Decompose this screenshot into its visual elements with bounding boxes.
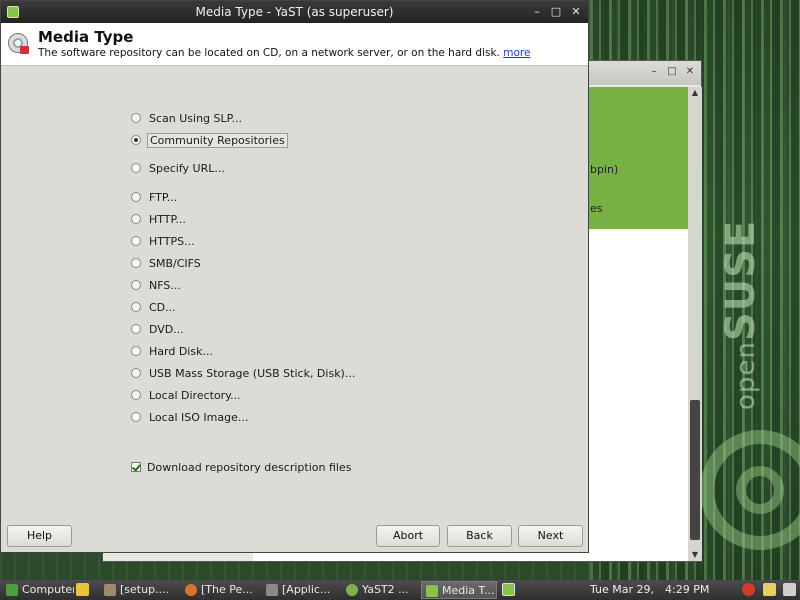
workspace-switcher-icon[interactable] — [502, 583, 515, 596]
media-option-radio[interactable] — [131, 280, 141, 290]
media-option-radio[interactable] — [131, 236, 141, 246]
monitor-icon — [266, 584, 278, 596]
media-option-label: HTTPS... — [149, 234, 195, 248]
media-option-row[interactable]: Local Directory... — [131, 386, 243, 404]
media-type-dialog: Media Type - YaST (as superuser) – □ ✕ M… — [0, 0, 589, 553]
minimize-icon[interactable]: – — [648, 66, 660, 78]
taskbar-item-applications[interactable]: [Applic... — [262, 581, 340, 599]
taskbar-item-media-type[interactable]: Media T... — [421, 581, 497, 599]
media-option-radio[interactable] — [131, 412, 141, 422]
media-option-radio[interactable] — [131, 258, 141, 268]
more-link[interactable]: more — [503, 47, 530, 59]
download-description-checkbox-row[interactable]: Download repository description files — [131, 458, 351, 476]
media-option-radio[interactable] — [131, 346, 141, 356]
page-description: The software repository can be located o… — [38, 47, 531, 59]
next-button[interactable]: Next — [518, 525, 583, 547]
media-option-label: DVD... — [149, 322, 184, 336]
media-option-radio[interactable] — [131, 135, 141, 145]
yast-app-icon — [7, 6, 19, 18]
media-option-row[interactable]: Community Repositories — [131, 131, 288, 149]
media-option-radio[interactable] — [131, 302, 141, 312]
terminal-icon — [104, 584, 116, 596]
media-option-row[interactable]: DVD... — [131, 320, 186, 338]
media-option-row[interactable]: Hard Disk... — [131, 342, 215, 360]
media-option-label: CD... — [149, 300, 176, 314]
media-option-row[interactable]: USB Mass Storage (USB Stick, Disk)... — [131, 364, 357, 382]
media-option-radio[interactable] — [131, 214, 141, 224]
clock-time[interactable]: 4:29 PM — [665, 581, 709, 599]
scrollbar-thumb[interactable] — [690, 400, 700, 540]
media-option-row[interactable]: HTTP... — [131, 210, 188, 228]
background-text-fragment: es — [590, 202, 603, 215]
yast-icon — [346, 584, 358, 596]
media-option-label: Hard Disk... — [149, 344, 213, 358]
media-option-radio[interactable] — [131, 390, 141, 400]
dialog-titlebar[interactable]: Media Type - YaST (as superuser) – □ ✕ — [1, 1, 588, 23]
taskbar-item-setup[interactable]: [setup.... — [100, 581, 178, 599]
media-option-radio[interactable] — [131, 368, 141, 378]
media-option-label: NFS... — [149, 278, 181, 292]
media-option-radio[interactable] — [131, 163, 141, 173]
media-option-label: Community Repositories — [147, 132, 288, 148]
back-button[interactable]: Back — [447, 525, 512, 547]
media-option-row[interactable]: HTTPS... — [131, 232, 197, 250]
media-option-label: Local ISO Image... — [149, 410, 249, 424]
media-option-label: FTP... — [149, 190, 178, 204]
abort-button[interactable]: Abort — [376, 525, 440, 547]
media-option-label: Specify URL... — [149, 161, 225, 175]
taskbar-item-browser[interactable]: [The Pe... — [181, 581, 259, 599]
opensuse-wallpaper-logo: openSUSE — [718, 219, 764, 410]
background-text-fragment: bpin) — [590, 163, 619, 176]
media-option-radio[interactable] — [131, 192, 141, 202]
close-icon[interactable]: ✕ — [567, 1, 585, 23]
media-option-label: Local Directory... — [149, 388, 241, 402]
page-title: Media Type — [38, 28, 134, 46]
volume-icon[interactable] — [783, 583, 796, 596]
taskbar: Computer [setup.... [The Pe... [Applic..… — [0, 580, 800, 600]
media-option-row[interactable]: NFS... — [131, 276, 183, 294]
dialog-title: Media Type - YaST (as superuser) — [195, 5, 394, 19]
maximize-icon[interactable]: □ — [547, 1, 565, 23]
media-option-label: Scan Using SLP... — [149, 111, 243, 125]
maximize-icon[interactable]: □ — [666, 66, 678, 78]
notes-icon[interactable] — [76, 583, 89, 596]
repository-disk-icon — [8, 33, 29, 54]
media-option-row[interactable]: Local ISO Image... — [131, 408, 250, 426]
media-option-row[interactable]: Scan Using SLP... — [131, 109, 244, 127]
media-option-label: USB Mass Storage (USB Stick, Disk)... — [149, 366, 356, 380]
media-option-row[interactable]: SMB/CIFS — [131, 254, 203, 272]
media-option-radio[interactable] — [131, 113, 141, 123]
taskbar-item-yast2[interactable]: YaST2 ... — [342, 581, 420, 599]
help-button[interactable]: Help — [7, 525, 72, 547]
yast-icon — [426, 585, 438, 597]
background-window-scrollbar[interactable]: ▲ ▼ — [688, 87, 702, 561]
dialog-header: Media Type The software repository can b… — [1, 23, 588, 66]
network-icon[interactable] — [763, 583, 776, 596]
media-option-row[interactable]: FTP... — [131, 188, 179, 206]
update-notifier-icon[interactable] — [742, 583, 755, 596]
media-option-row[interactable]: Specify URL... — [131, 159, 227, 177]
download-description-checkbox[interactable] — [131, 462, 141, 472]
media-option-label: SMB/CIFS — [149, 256, 201, 270]
clock-date[interactable]: Tue Mar 29, — [590, 581, 654, 599]
media-option-label: HTTP... — [149, 212, 186, 226]
scroll-down-icon[interactable]: ▼ — [688, 549, 702, 561]
scroll-up-icon[interactable]: ▲ — [688, 87, 702, 99]
media-option-radio[interactable] — [131, 324, 141, 334]
computer-icon — [6, 584, 18, 596]
firefox-icon — [185, 584, 197, 596]
media-option-row[interactable]: CD... — [131, 298, 178, 316]
computer-menu-button[interactable]: Computer — [2, 581, 74, 599]
download-description-label: Download repository description files — [147, 460, 352, 474]
minimize-icon[interactable]: – — [528, 1, 546, 23]
close-icon[interactable]: ✕ — [684, 66, 696, 78]
